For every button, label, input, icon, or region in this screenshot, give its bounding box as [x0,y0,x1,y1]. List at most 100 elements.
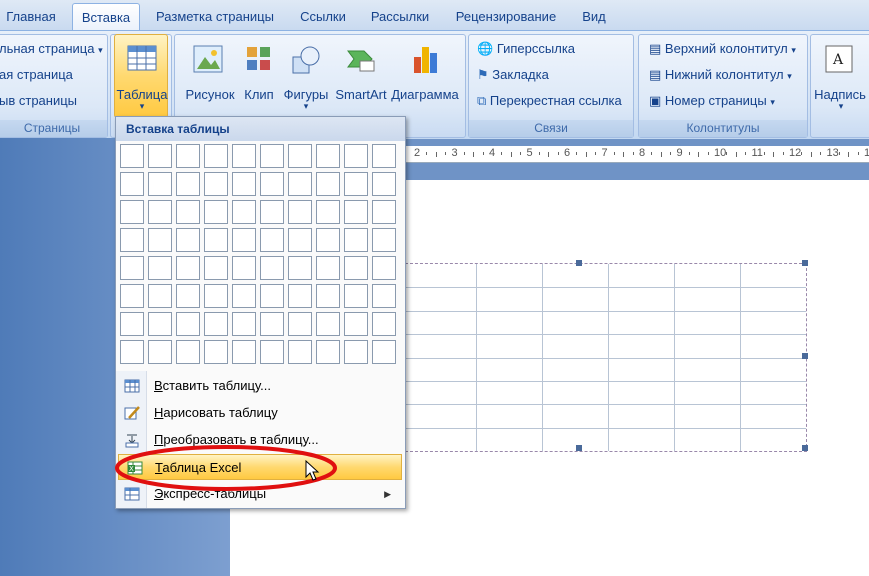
table-grid-cell[interactable] [204,172,228,196]
table-grid-cell[interactable] [316,228,340,252]
table-grid-cell[interactable] [316,200,340,224]
table-grid-cell[interactable] [204,256,228,280]
document-table[interactable] [405,260,808,452]
table-grid-cell[interactable] [344,256,368,280]
table-grid-cell[interactable] [232,284,256,308]
resize-handle[interactable] [802,260,808,266]
table-grid-cell[interactable] [176,172,200,196]
draw-table-menu-item[interactable]: Нарисовать таблицу [116,400,405,426]
tab-review[interactable]: Рецензирование [446,6,566,28]
table-grid-cell[interactable] [176,144,200,168]
table-grid-cell[interactable] [176,228,200,252]
tab-references[interactable]: Ссылки [292,6,354,28]
table-grid-cell[interactable] [288,256,312,280]
table-grid-cell[interactable] [148,228,172,252]
table-grid-cell[interactable] [120,172,144,196]
table-grid-cell[interactable] [316,172,340,196]
table-grid-cell[interactable] [232,172,256,196]
chart-button[interactable]: Диаграмма [389,41,461,111]
table-grid-cell[interactable] [344,284,368,308]
table-grid-cell[interactable] [372,312,396,336]
table-grid-cell[interactable] [148,312,172,336]
tab-home[interactable]: Главная [0,6,62,28]
clip-button[interactable]: Клип [239,41,279,111]
table-grid-cell[interactable] [260,172,284,196]
table-grid-cell[interactable] [372,144,396,168]
table-grid-cell[interactable] [344,340,368,364]
table-grid-cell[interactable] [372,228,396,252]
tab-mailings[interactable]: Рассылки [362,6,438,28]
smartart-button[interactable]: SmartArt [333,41,389,111]
resize-handle[interactable] [576,260,582,266]
table-grid-cell[interactable] [232,200,256,224]
table-grid-cell[interactable] [176,312,200,336]
tab-page-layout[interactable]: Разметка страницы [150,6,280,28]
cross-reference-button[interactable]: ⧉ Перекрестная ссылка [477,93,622,109]
table-grid-cell[interactable] [148,284,172,308]
table-grid-cell[interactable] [232,256,256,280]
table-grid-cell[interactable] [372,200,396,224]
blank-page-button[interactable]: ая страница [0,67,73,82]
table-grid-cell[interactable] [316,340,340,364]
horizontal-ruler[interactable]: 2 3 4 5 6 7 8 9 10 11 12 13 14 [405,146,869,163]
table-grid-cell[interactable] [288,284,312,308]
header-button[interactable]: ▤ Верхний колонтитул ▾ [649,41,796,57]
textbox-button[interactable]: A Надпись ▾ [814,41,867,121]
page-number-button[interactable]: ▣ Номер страницы ▾ [649,93,775,109]
table-grid-cell[interactable] [344,144,368,168]
table-grid-cell[interactable] [120,144,144,168]
table-grid-cell[interactable] [260,256,284,280]
table-grid-cell[interactable] [148,256,172,280]
table-grid-cell[interactable] [260,284,284,308]
resize-handle[interactable] [576,445,582,451]
resize-handle[interactable] [802,353,808,359]
table-grid-cell[interactable] [120,200,144,224]
table-grid-cell[interactable] [176,256,200,280]
table-grid-cell[interactable] [372,284,396,308]
table-grid-cell[interactable] [204,284,228,308]
insert-table-menu-item[interactable]: Вставить таблицу... [116,373,405,399]
table-grid-cell[interactable] [232,340,256,364]
hyperlink-button[interactable]: 🌐 Гиперссылка [477,41,575,57]
table-grid-cell[interactable] [148,144,172,168]
bookmark-button[interactable]: ⚑ Закладка [477,67,549,83]
table-grid-cell[interactable] [148,172,172,196]
resize-handle[interactable] [802,445,808,451]
table-grid-cell[interactable] [260,228,284,252]
table-grid-cell[interactable] [176,284,200,308]
table-grid-cell[interactable] [148,340,172,364]
cover-page-button[interactable]: льная страница ▾ [0,41,103,56]
table-grid-cell[interactable] [372,256,396,280]
page-break-button[interactable]: ыв страницы [0,93,77,108]
table-grid-cell[interactable] [316,256,340,280]
table-grid-cell[interactable] [120,284,144,308]
table-grid-cell[interactable] [232,312,256,336]
table-grid-cell[interactable] [120,256,144,280]
table-grid-cell[interactable] [176,200,200,224]
table-grid-cell[interactable] [344,172,368,196]
table-grid-cell[interactable] [288,144,312,168]
table-grid-cell[interactable] [344,312,368,336]
table-grid-cell[interactable] [204,200,228,224]
picture-button[interactable]: Рисунок [179,41,235,111]
table-grid-cell[interactable] [120,312,144,336]
table-grid-cell[interactable] [288,200,312,224]
table-grid-cell[interactable] [232,228,256,252]
table-grid-cell[interactable] [288,340,312,364]
table-grid-cell[interactable] [260,144,284,168]
table-grid-cell[interactable] [204,228,228,252]
table-grid-cell[interactable] [344,200,368,224]
tab-insert[interactable]: Вставка [72,3,140,31]
table-grid-cell[interactable] [316,312,340,336]
table-grid-cell[interactable] [288,228,312,252]
table-grid-cell[interactable] [204,144,228,168]
table-grid-cell[interactable] [120,228,144,252]
footer-button[interactable]: ▤ Нижний колонтитул ▾ [649,67,792,83]
table-grid-cell[interactable] [316,284,340,308]
table-grid-cell[interactable] [316,144,340,168]
table-grid-cell[interactable] [344,228,368,252]
table-grid-cell[interactable] [176,340,200,364]
table-grid-cell[interactable] [204,340,228,364]
table-grid-cell[interactable] [260,340,284,364]
tab-view[interactable]: Вид [578,6,610,28]
